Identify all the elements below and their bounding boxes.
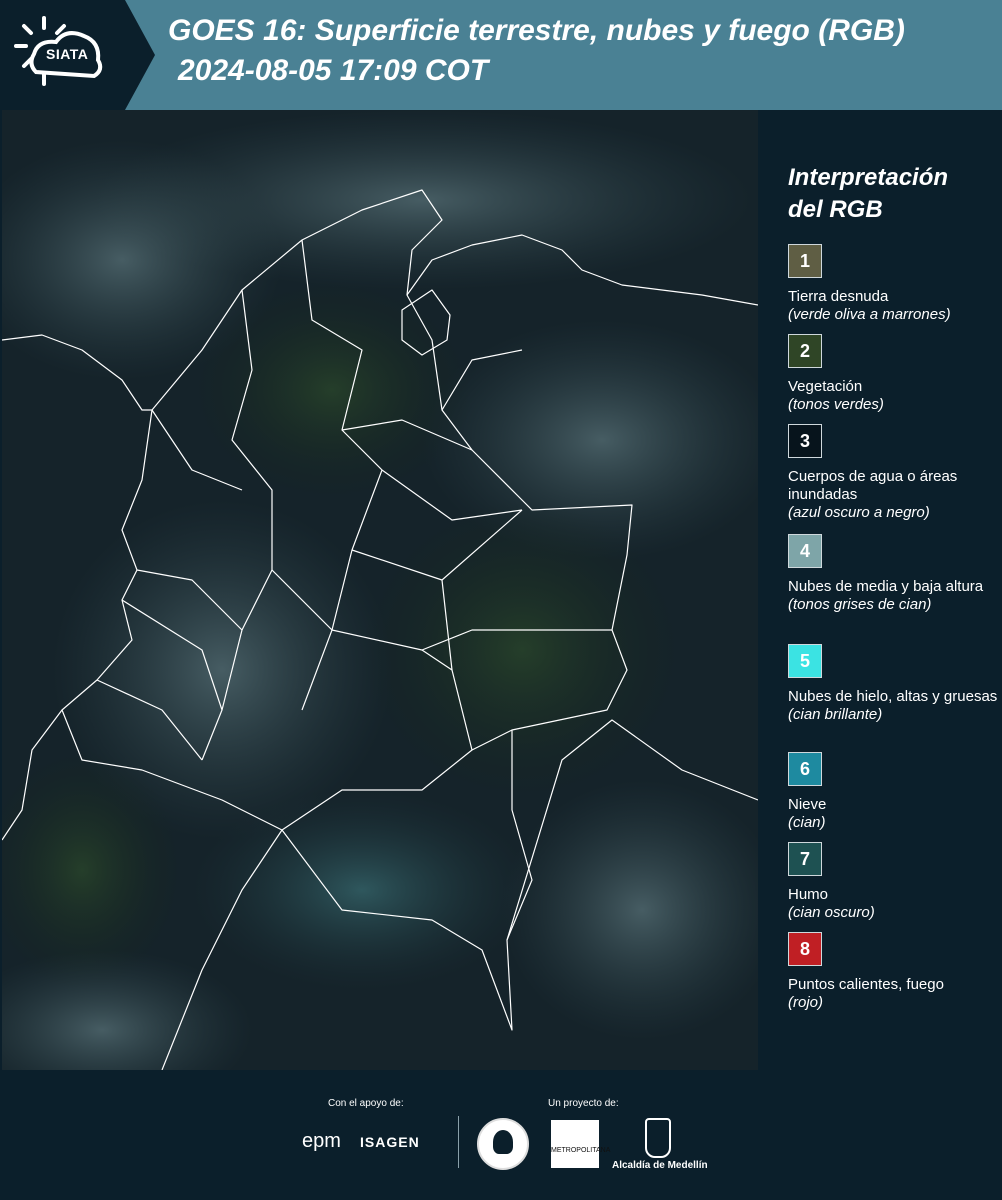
legend-swatch: 8 xyxy=(788,932,822,966)
satellite-map xyxy=(2,110,758,1070)
legend-item-snow: 6 Nieve (cian) xyxy=(788,752,998,832)
page-title: GOES 16: Superficie terrestre, nubes y f… xyxy=(168,14,905,47)
legend-sublabel: (cian) xyxy=(788,814,826,831)
university-seal-logo xyxy=(477,1118,529,1170)
alcaldia-medellin-logo: Alcaldía de Medellín xyxy=(612,1160,708,1171)
legend-title: Interpretación del RGB xyxy=(788,164,949,223)
legend-swatch: 5 xyxy=(788,644,822,678)
legend-swatch: 3 xyxy=(788,424,822,458)
legend-sublabel: (tonos verdes) xyxy=(788,396,884,413)
legend-swatch: 2 xyxy=(788,334,822,368)
legend-item-water: 3 Cuerpos de agua o áreas inundadas (azu… xyxy=(788,424,998,522)
footer: Con el apoyo de: Un proyecto de: epm ISA… xyxy=(0,1070,1002,1200)
header-bar: SIATA GOES 16: Superficie terrestre, nub… xyxy=(0,0,1002,110)
legend-label: Nieve xyxy=(788,796,827,813)
legend-label: Nubes de media y baja altura xyxy=(788,578,984,595)
legend-item-bare-soil: 1 Tierra desnuda (verde oliva a marrones… xyxy=(788,244,998,324)
legend-sublabel: (tonos grises de cian) xyxy=(788,596,932,613)
project-label: Un proyecto de: xyxy=(548,1098,619,1109)
legend-label: Vegetación xyxy=(788,378,863,395)
legend-item-smoke: 7 Humo (cian oscuro) xyxy=(788,842,998,922)
legend-swatch: 4 xyxy=(788,534,822,568)
legend-label: Nubes de hielo, altas y gruesas xyxy=(788,688,998,705)
legend-swatch: 7 xyxy=(788,842,822,876)
legend-label: Humo xyxy=(788,886,829,903)
medellin-shield-icon xyxy=(645,1118,671,1158)
siata-logo: SIATA xyxy=(0,0,155,110)
area-metropolitana-logo: METROPOLITANA xyxy=(551,1120,610,1168)
legend-item-low-clouds: 4 Nubes de media y baja altura (tonos gr… xyxy=(788,534,998,614)
epm-logo: epm xyxy=(302,1130,341,1152)
map-boundaries xyxy=(2,110,758,1070)
legend-label: Tierra desnuda xyxy=(788,288,889,305)
legend-swatch: 1 xyxy=(788,244,822,278)
footer-divider xyxy=(458,1116,459,1168)
legend-panel: Interpretación del RGB 1 Tierra desnuda … xyxy=(760,110,1002,1070)
logo-text: SIATA xyxy=(46,46,89,62)
legend-label: Puntos calientes, fuego xyxy=(788,976,944,993)
legend-sublabel: (cian brillante) xyxy=(788,706,883,723)
legend-sublabel: (verde oliva a marrones) xyxy=(788,306,951,323)
legend-sublabel: (rojo) xyxy=(788,994,824,1011)
legend-swatch: 6 xyxy=(788,752,822,786)
legend-item-vegetation: 2 Vegetación (tonos verdes) xyxy=(788,334,998,414)
legend-item-fire: 8 Puntos calientes, fuego (rojo) xyxy=(788,932,998,1012)
legend-item-ice-clouds: 5 Nubes de hielo, altas y gruesas (cian … xyxy=(788,644,998,724)
timestamp: 2024-08-05 17:09 COT xyxy=(178,54,489,87)
legend-sublabel: (cian oscuro) xyxy=(788,904,875,921)
isagen-logo: ISAGEN xyxy=(360,1134,420,1150)
legend-sublabel: (azul oscuro a negro) xyxy=(788,504,930,521)
legend-label: Cuerpos de agua o áreas inundadas xyxy=(788,468,958,503)
support-label: Con el apoyo de: xyxy=(328,1098,404,1109)
